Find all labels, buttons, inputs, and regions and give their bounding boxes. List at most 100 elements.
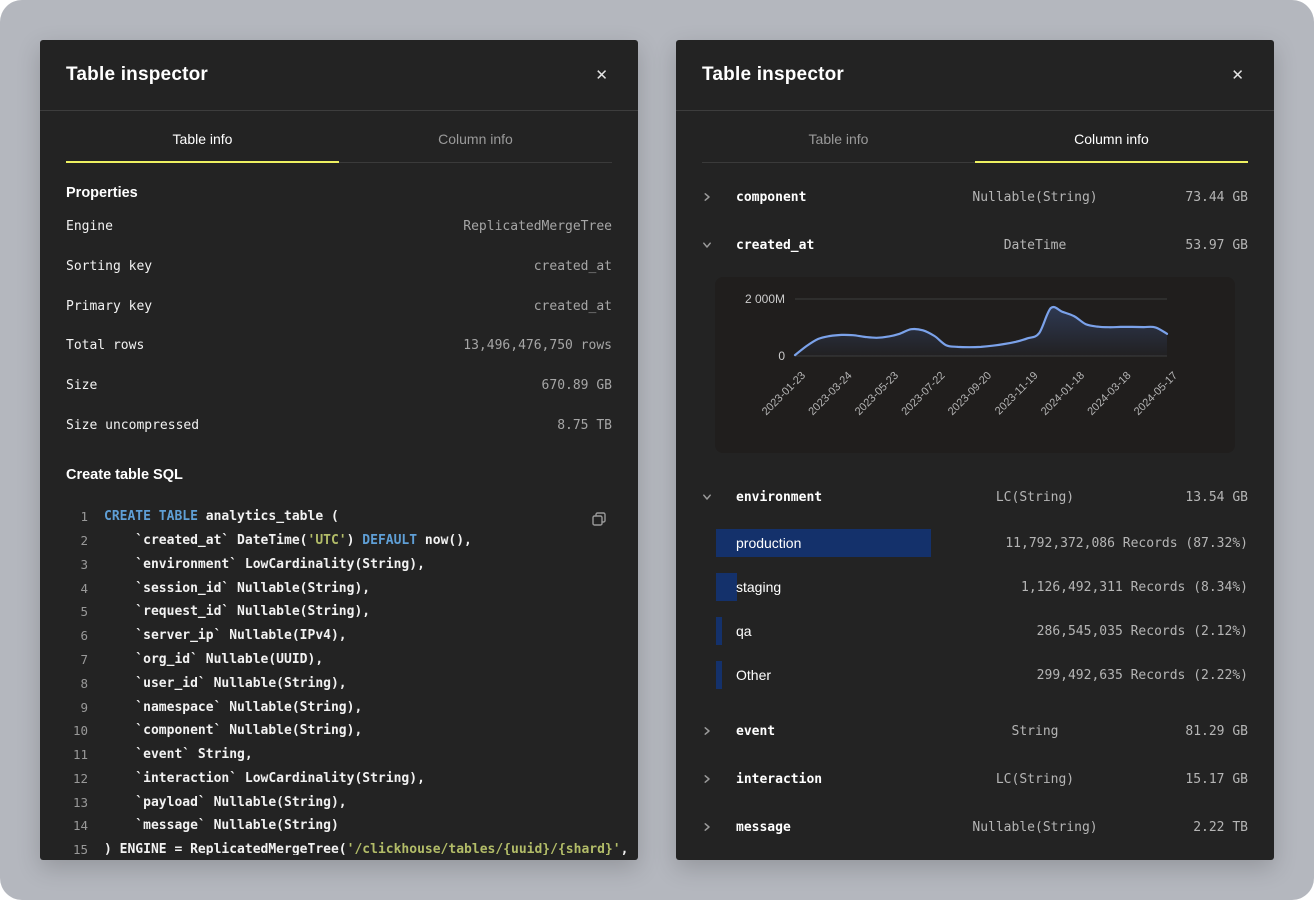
column-info-content: componentNullable(String)73.44 GBcreated… (676, 173, 1274, 860)
column-expand-toggle[interactable] (702, 774, 726, 784)
column-name: interaction (726, 772, 932, 787)
property-row: Sorting keycreated_at (66, 247, 612, 287)
column-expand-toggle[interactable] (702, 240, 726, 250)
close-button[interactable]: ✕ (591, 64, 612, 87)
chevron-down-icon (702, 492, 712, 502)
column-distribution-chart-container: 2 000M02023-01-232023-03-242023-05-23202… (715, 277, 1235, 453)
sql-segment: 'UTC' (308, 533, 347, 548)
value-label: Other (736, 667, 771, 683)
property-value: 13,496,476,750 rows (463, 338, 612, 353)
value-row-production: production11,792,372,086 Records (87.32%… (702, 521, 1248, 565)
x-tick-label: 2023-05-23 (853, 370, 901, 418)
chevron-right-icon (702, 192, 712, 202)
dialog-title: Table inspector (66, 64, 208, 86)
value-bar (716, 661, 722, 689)
column-row-created_at[interactable]: created_atDateTime53.97 GB (702, 221, 1248, 269)
x-tick-label: 2023-09-20 (946, 370, 994, 418)
value-row-staging: staging1,126,492,311 Records (8.34%) (702, 565, 1248, 609)
sql-code-text: `environment` LowCardinality(String), (104, 553, 425, 577)
column-row-event[interactable]: eventString81.29 GB (702, 707, 1248, 755)
sql-code-block: 1CREATE TABLE analytics_table (2 `create… (66, 497, 612, 855)
column-name: event (726, 724, 932, 739)
property-row: Size670.89 GB (66, 366, 612, 406)
column-expand-toggle[interactable] (702, 492, 726, 502)
line-number: 15 (66, 838, 88, 855)
sql-code-lines: 1CREATE TABLE analytics_table (2 `create… (66, 505, 612, 855)
sql-code-line: 5 `request_id` Nullable(String), (66, 600, 612, 624)
line-number: 13 (66, 791, 88, 815)
backdrop: Table inspector ✕ Table info Column info… (0, 0, 1314, 900)
line-number: 10 (66, 719, 88, 743)
line-number: 5 (66, 600, 88, 624)
column-row-environment[interactable]: environmentLC(String)13.54 GB (702, 473, 1248, 521)
sql-code-text: `request_id` Nullable(String), (104, 600, 370, 624)
copy-sql-button[interactable] (586, 507, 612, 533)
close-icon: ✕ (595, 67, 608, 84)
line-number: 12 (66, 767, 88, 791)
column-size: 2.22 TB (1138, 820, 1248, 835)
sql-code-line: 1CREATE TABLE analytics_table ( (66, 505, 612, 529)
column-expand-toggle[interactable] (702, 726, 726, 736)
sql-code-line: 8 `user_id` Nullable(String), (66, 672, 612, 696)
value-bar (716, 573, 737, 601)
column-type: LC(String) (932, 490, 1138, 505)
sql-code-line: 2 `created_at` DateTime('UTC') DEFAULT n… (66, 529, 612, 553)
table-inspector-dialog-table-info: Table inspector ✕ Table info Column info… (40, 40, 638, 860)
sql-code-line: 3 `environment` LowCardinality(String), (66, 553, 612, 577)
sql-segment: `created_at` DateTime( (104, 533, 308, 548)
properties-list: EngineReplicatedMergeTreeSorting keycrea… (66, 207, 612, 445)
tab-bar: Table info Column info (40, 111, 638, 163)
value-records: 299,492,635 Records (2.22%) (1037, 668, 1248, 683)
column-row-message[interactable]: messageNullable(String)2.22 TB (702, 803, 1248, 851)
table-inspector-dialog-column-info: Table inspector ✕ Table info Column info… (676, 40, 1274, 860)
close-button[interactable]: ✕ (1227, 64, 1248, 87)
line-number: 11 (66, 743, 88, 767)
column-size: 81.29 GB (1138, 724, 1248, 739)
sql-code-line: 6 `server_ip` Nullable(IPv4), (66, 624, 612, 648)
area-fill (795, 307, 1167, 356)
column-expand-toggle[interactable] (702, 822, 726, 832)
chevron-down-icon (702, 240, 712, 250)
property-value: 8.75 TB (557, 418, 612, 433)
x-tick-label: 2024-01-18 (1039, 370, 1087, 418)
property-row: Total rows13,496,476,750 rows (66, 326, 612, 366)
x-tick-label: 2024-03-18 (1085, 370, 1133, 418)
line-number: 9 (66, 696, 88, 720)
sql-code-text: `user_id` Nullable(String), (104, 672, 347, 696)
property-label: Engine (66, 219, 113, 234)
column-size: 15.17 GB (1138, 772, 1248, 787)
sql-segment: `interaction` LowCardinality(String), (104, 771, 425, 786)
column-row-component[interactable]: componentNullable(String)73.44 GB (702, 173, 1248, 221)
column-size: 53.97 GB (1138, 238, 1248, 253)
properties-heading: Properties (66, 185, 612, 201)
sql-segment: `component` Nullable(String), (104, 723, 362, 738)
value-label: qa (736, 623, 752, 639)
sql-code-line: 10 `component` Nullable(String), (66, 719, 612, 743)
tab-table-info[interactable]: Table info (66, 111, 339, 163)
column-type: String (932, 724, 1138, 739)
sql-segment: CREATE TABLE (104, 509, 198, 524)
line-number: 8 (66, 672, 88, 696)
column-row-interaction[interactable]: interactionLC(String)15.17 GB (702, 755, 1248, 803)
column-size: 73.44 GB (1138, 190, 1248, 205)
column-name: message (726, 820, 932, 835)
created-at-distribution-chart: 2 000M02023-01-232023-03-242023-05-23202… (715, 277, 1235, 453)
create-table-sql-heading: Create table SQL (66, 467, 612, 483)
sql-segment: `environment` LowCardinality(String), (104, 557, 425, 572)
tab-column-info[interactable]: Column info (975, 111, 1248, 163)
column-expand-toggle[interactable] (702, 192, 726, 202)
y-tick-label: 0 (778, 349, 785, 363)
column-type: DateTime (932, 238, 1138, 253)
x-tick-label: 2023-03-24 (806, 370, 854, 418)
dialog-header: Table inspector ✕ (676, 40, 1274, 111)
sql-code-text: `interaction` LowCardinality(String), (104, 767, 425, 791)
tab-table-info[interactable]: Table info (702, 111, 975, 163)
sql-code-text: `event` String, (104, 743, 253, 767)
column-name: environment (726, 490, 932, 505)
tab-column-info[interactable]: Column info (339, 111, 612, 163)
close-icon: ✕ (1231, 67, 1244, 84)
line-number: 6 (66, 624, 88, 648)
column-type: LC(String) (932, 772, 1138, 787)
line-number: 1 (66, 505, 88, 529)
sql-code-line: 7 `org_id` Nullable(UUID), (66, 648, 612, 672)
